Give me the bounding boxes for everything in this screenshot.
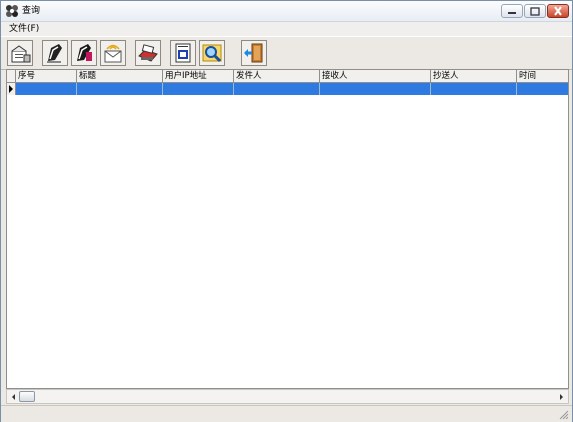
close-icon	[554, 6, 562, 16]
minimize-button[interactable]	[501, 4, 523, 18]
results-table[interactable]: 序号 标题 用户IP地址 发件人 接收人 抄送人 时间	[6, 69, 569, 389]
scroll-left-icon[interactable]	[9, 392, 19, 402]
app-icon	[6, 5, 18, 17]
column-header-user-ip[interactable]: 用户IP地址	[163, 70, 234, 82]
toolbar-button-edit[interactable]	[71, 40, 97, 66]
title-bar[interactable]: 查询	[1, 1, 572, 22]
table-cell[interactable]	[163, 83, 234, 95]
menu-file[interactable]: 文件(F)	[9, 23, 39, 35]
window-title: 查询	[22, 6, 41, 16]
toolbar-button-print[interactable]	[135, 40, 161, 66]
table-cell[interactable]	[431, 83, 517, 95]
exit-door-icon	[244, 43, 263, 63]
toolbar-button-address-book[interactable]	[170, 40, 196, 66]
toolbar-button-open[interactable]	[7, 40, 33, 66]
print-icon	[138, 44, 158, 62]
table-cell[interactable]	[77, 83, 163, 95]
scroll-thumb[interactable]	[19, 391, 35, 402]
open-mail-icon	[11, 45, 31, 63]
table-cell[interactable]	[16, 83, 77, 95]
column-header-cc[interactable]: 抄送人	[431, 70, 517, 82]
column-header-subject[interactable]: 标题	[77, 70, 163, 82]
table-cell[interactable]	[320, 83, 431, 95]
write-icon	[47, 44, 62, 63]
row-pointer-icon	[9, 85, 13, 93]
toolbar-button-search[interactable]	[199, 40, 225, 66]
row-indicator	[7, 83, 16, 95]
header-corner	[7, 70, 16, 82]
column-header-time[interactable]: 时间	[517, 70, 568, 82]
main-window: 查询 文件(F) 序号 标题 用户IP地址 发件人 接收人 抄送人 时间	[0, 0, 573, 422]
status-bar	[1, 405, 572, 422]
column-header-sender[interactable]: 发件人	[234, 70, 320, 82]
menu-bar: 文件(F)	[1, 22, 572, 36]
horizontal-scrollbar[interactable]	[6, 389, 569, 404]
table-header: 序号 标题 用户IP地址 发件人 接收人 抄送人 时间	[7, 70, 568, 83]
address-book-icon	[175, 43, 191, 63]
close-button[interactable]	[547, 4, 569, 18]
minimize-icon	[508, 12, 516, 14]
maximize-button[interactable]	[524, 4, 546, 18]
scroll-right-icon[interactable]	[556, 392, 566, 402]
search-icon	[202, 44, 222, 63]
resize-grip-icon[interactable]	[559, 410, 569, 420]
maximize-icon	[530, 7, 540, 16]
table-cell[interactable]	[234, 83, 320, 95]
toolbar-button-write[interactable]	[42, 40, 68, 66]
column-header-receiver[interactable]: 接收人	[320, 70, 431, 82]
send-receive-icon	[104, 44, 122, 63]
toolbar	[1, 36, 572, 70]
column-header-index[interactable]: 序号	[16, 70, 77, 82]
table-row[interactable]	[7, 83, 568, 95]
table-cell[interactable]	[517, 83, 568, 95]
edit-icon	[77, 44, 92, 61]
toolbar-button-send-receive[interactable]	[100, 40, 126, 66]
toolbar-button-exit[interactable]	[241, 40, 267, 66]
